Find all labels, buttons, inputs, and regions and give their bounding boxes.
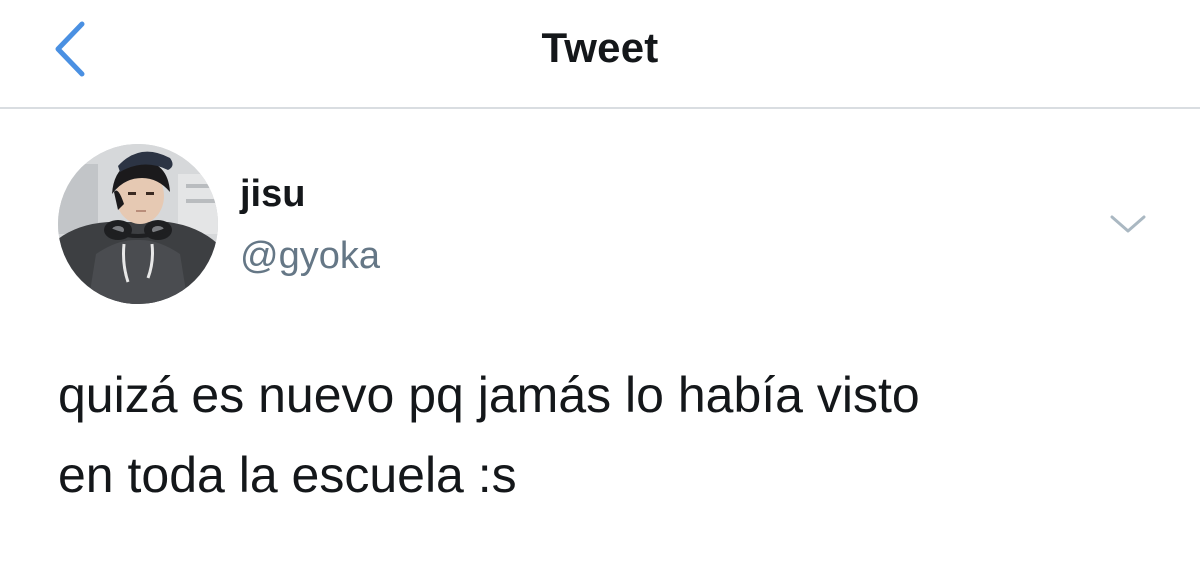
navigation-bar: Tweet <box>0 0 1200 109</box>
chevron-down-icon <box>1110 215 1146 233</box>
tweet-text: quizá es nuevo pq jamás lo había visto e… <box>58 355 1158 515</box>
author-display-name[interactable]: jisu <box>240 175 305 213</box>
tweet-options-button[interactable] <box>1106 209 1150 239</box>
profile-photo <box>58 144 218 304</box>
tweet-detail-screen: Tweet jisu @gyoka quizá es nuevo pq jamá… <box>0 0 1200 567</box>
tweet-card: jisu @gyoka quizá es nuevo pq jamás lo h… <box>0 109 1200 567</box>
author-handle[interactable]: @gyoka <box>240 237 380 275</box>
tweet-text-line: quizá es nuevo pq jamás lo había visto <box>58 367 920 423</box>
avatar[interactable] <box>58 144 218 304</box>
page-title: Tweet <box>541 24 659 71</box>
tweet-text-line: en toda la escuela :s <box>58 447 517 503</box>
